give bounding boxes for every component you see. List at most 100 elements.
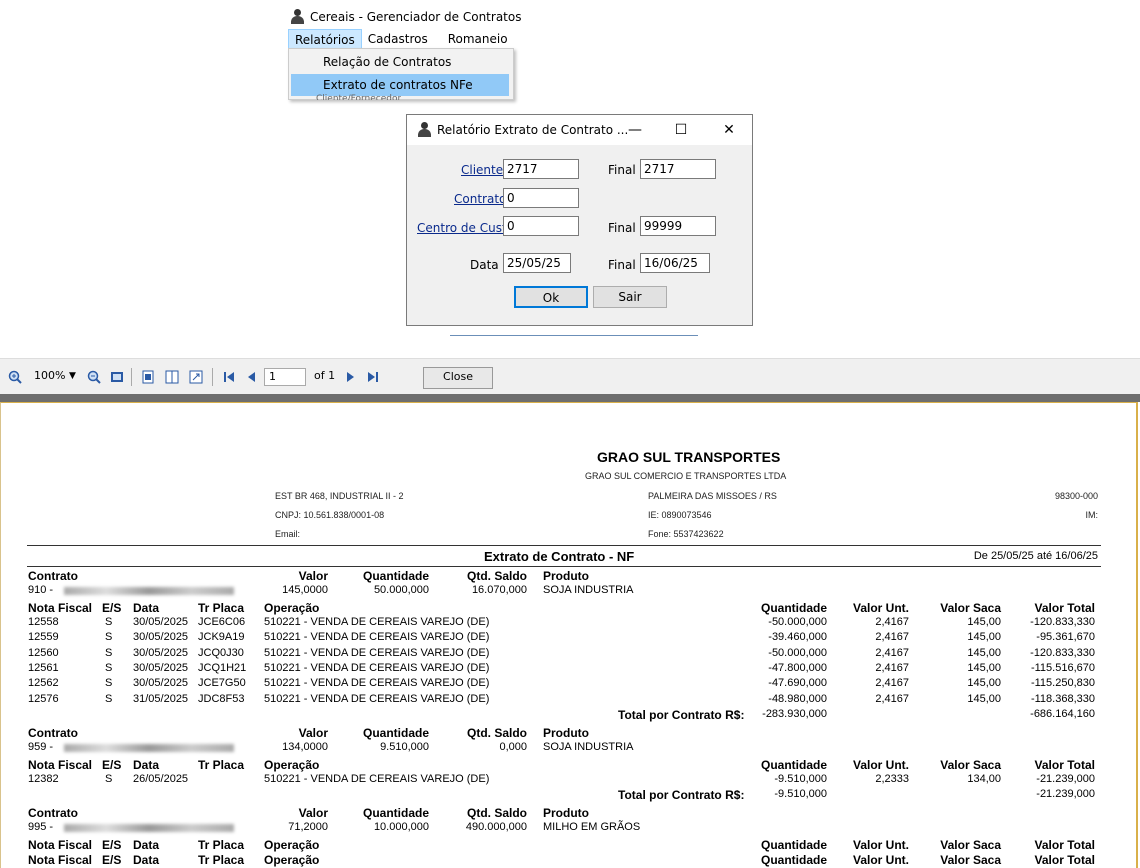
line-es: S	[105, 692, 113, 705]
menu-cadastros[interactable]: Cadastros	[362, 29, 434, 49]
export-icon[interactable]	[189, 370, 203, 384]
line-nota-fiscal: 12561	[28, 661, 59, 674]
line-data: 26/05/2025	[133, 772, 189, 785]
company-address: EST BR 468, INDUSTRIAL II - 2	[275, 491, 404, 501]
last-page-icon[interactable]	[366, 370, 380, 384]
menu-relatorios[interactable]: Relatórios	[288, 29, 362, 49]
centro-custo-input[interactable]: 0	[503, 216, 579, 236]
report-period: De 25/05/25 até 16/06/25	[973, 550, 1098, 562]
contrato-link[interactable]: Contrato	[454, 192, 506, 206]
sair-button[interactable]: Sair	[593, 286, 667, 308]
menu-romaneio[interactable]: Romaneio	[434, 29, 514, 49]
line-data: 31/05/2025	[133, 692, 189, 705]
report-page: GRAO SUL TRANSPORTES GRAO SUL COMERCIO E…	[0, 402, 1138, 868]
report-title-rule	[27, 566, 1101, 567]
cc-final-input[interactable]: 99999	[640, 216, 716, 236]
contract-header-produto: Produto	[543, 806, 589, 821]
page-number-input[interactable]: 1	[264, 368, 306, 386]
line-quantidade: -48.980,000	[768, 692, 827, 705]
redacted-client-name	[28, 821, 238, 833]
contract-header-valor: Valor	[298, 569, 328, 583]
line-quantidade: -47.800,000	[768, 661, 827, 674]
line-header-cutoff: Nota Fiscal	[28, 853, 93, 868]
cliente-link[interactable]: Cliente	[461, 163, 503, 177]
line-operacao: 510221 - VENDA DE CEREAIS VAREJO (DE)	[264, 692, 490, 705]
line-nota-fiscal: 12382	[28, 772, 59, 785]
line-header-quantidade: Quantidade	[760, 601, 827, 615]
line-valor-total: -21.239,000	[1036, 772, 1095, 785]
zoom-select[interactable]: 100%	[34, 369, 65, 382]
data-final-input[interactable]: 16/06/25	[640, 253, 710, 273]
contract-header-label: Contrato	[28, 725, 78, 740]
line-operacao: 510221 - VENDA DE CEREAIS VAREJO (DE)	[264, 661, 490, 674]
page-view-icon[interactable]	[110, 370, 124, 384]
line-valor-unt: 2,4167	[875, 661, 909, 674]
line-valor-unt: 2,4167	[875, 692, 909, 705]
dialog-titlebar[interactable]: Relatório Extrato de Contrato ... — ☐ ✕	[407, 115, 752, 145]
single-page-icon[interactable]	[141, 370, 155, 384]
line-es: S	[105, 661, 113, 674]
line-header-valor-total: Valor Total	[1034, 601, 1095, 615]
line-valor-unt: 2,2333	[875, 772, 909, 785]
line-quantidade: -39.460,000	[768, 631, 827, 644]
line-header-cutoff: Valor Total	[1034, 853, 1095, 868]
dialog-title: Relatório Extrato de Contrato ...	[437, 123, 629, 137]
close-button[interactable]: ✕	[719, 120, 739, 140]
maximize-button[interactable]: ☐	[671, 120, 691, 140]
prev-page-icon[interactable]	[245, 370, 259, 384]
contract-valor: 134,0000	[282, 740, 328, 753]
page-count: of 1	[314, 369, 336, 382]
cliente-final-label: Final	[608, 163, 636, 177]
viewer-close-button[interactable]: Close	[423, 367, 493, 389]
cliente-input[interactable]: 2717	[503, 159, 579, 179]
line-tr-placa: JCQ0J30	[198, 646, 244, 659]
contrato-input[interactable]: 0	[503, 188, 579, 208]
redacted-client-name	[28, 584, 238, 596]
total-quantidade: -283.930,000	[762, 707, 827, 720]
line-nota-fiscal: 12558	[28, 616, 59, 628]
contract-header-produto: Produto	[543, 725, 589, 740]
zoom-in-icon[interactable]	[8, 370, 22, 384]
line-valor-total: -115.250,830	[1030, 677, 1095, 690]
line-header-cutoff: Operação	[264, 853, 320, 868]
line-header-data: Data	[133, 838, 160, 853]
line-valor-unt: 2,4167	[875, 616, 909, 628]
line-header-valor-saca: Valor Saca	[940, 838, 1001, 853]
redacted-name	[64, 587, 234, 595]
viewer-divider	[0, 394, 1140, 402]
menu-item-extrato-nfe[interactable]: Extrato de contratos NFe	[291, 74, 509, 96]
cliente-final-input[interactable]: 2717	[640, 159, 716, 179]
line-valor-saca: 134,00	[967, 772, 1001, 785]
line-header-operacao: Operação	[264, 601, 320, 615]
data-input[interactable]: 25/05/25	[503, 253, 571, 273]
company-name: GRAO SUL TRANSPORTES	[597, 449, 781, 465]
line-operacao: 510221 - VENDA DE CEREAIS VAREJO (DE)	[264, 616, 490, 628]
line-valor-total: -120.833,330	[1030, 616, 1095, 628]
line-nota-fiscal: 12562	[28, 677, 59, 690]
two-page-icon[interactable]	[165, 370, 179, 384]
line-nota-fiscal: 12576	[28, 692, 59, 705]
line-header-data: Data	[133, 757, 160, 772]
chevron-down-icon[interactable]: ▼	[69, 371, 76, 381]
line-es: S	[105, 677, 113, 690]
line-nota-fiscal: 12559	[28, 631, 59, 644]
first-page-icon[interactable]	[222, 370, 236, 384]
ok-button[interactable]: Ok	[514, 286, 588, 308]
contract-header-label: Contrato	[28, 806, 78, 821]
next-page-icon[interactable]	[343, 370, 357, 384]
line-header-tr-placa: Tr Placa	[198, 757, 245, 772]
total-valor: -21.239,000	[1036, 788, 1095, 801]
line-valor-saca: 145,00	[967, 616, 1001, 628]
line-operacao: 510221 - VENDA DE CEREAIS VAREJO (DE)	[264, 772, 490, 785]
line-operacao: 510221 - VENDA DE CEREAIS VAREJO (DE)	[264, 677, 490, 690]
line-quantidade: -47.690,000	[768, 677, 827, 690]
line-quantidade: -50.000,000	[768, 616, 827, 628]
centro-custo-link[interactable]: Centro de Custo	[417, 221, 514, 235]
line-header-operacao: Operação	[264, 838, 320, 853]
contract-header-quantidade: Quantidade	[362, 725, 429, 740]
line-valor-saca: 145,00	[967, 631, 1001, 644]
menu-item-relacao-contratos[interactable]: Relação de Contratos	[291, 51, 509, 73]
zoom-out-icon[interactable]	[87, 370, 101, 384]
line-valor-total: -118.368,330	[1030, 692, 1095, 705]
minimize-button[interactable]: —	[625, 120, 645, 140]
